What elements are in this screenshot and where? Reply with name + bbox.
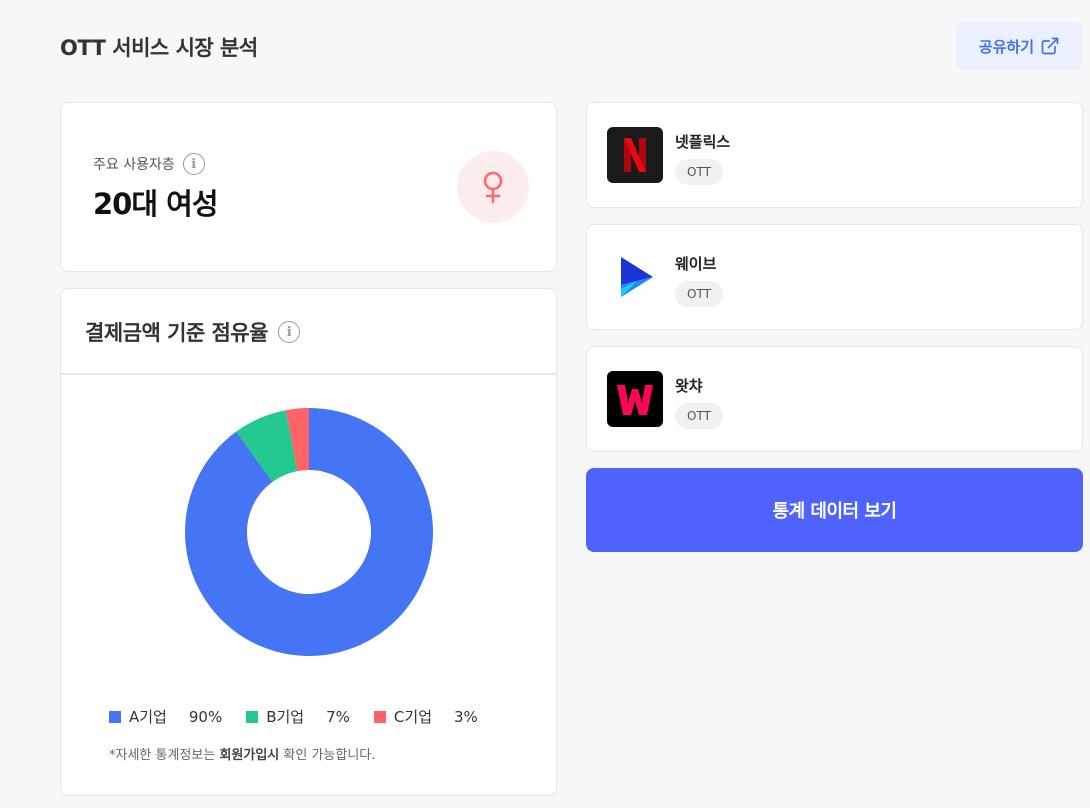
market-share-card: 결제금액 기준 점유율 i A기업 90% B기업 7% C기업 3% *자세한… <box>60 288 557 796</box>
share-button-label: 공유하기 <box>978 37 1035 56</box>
netflix-logo <box>607 127 663 183</box>
legend-swatch <box>109 710 121 723</box>
legend-item: C기업 3% <box>373 706 478 727</box>
legend-label: C기업 <box>393 708 432 726</box>
share-button[interactable]: 공유하기 <box>956 22 1083 70</box>
app-card-watcha[interactable]: 왓챠 OTT <box>586 346 1083 452</box>
legend-value: 90% <box>188 707 223 726</box>
app-tag: OTT <box>675 403 723 429</box>
legend-label: A기업 <box>129 708 167 726</box>
legend-swatch <box>246 710 259 723</box>
wavve-logo <box>607 249 663 305</box>
main-user-value: 20대 여성 <box>93 187 218 221</box>
signup-note: *자세한 통계정보는 회원가입시 확인 가능합니다. <box>109 748 376 763</box>
app-card-netflix[interactable]: 넷플릭스 OTT <box>586 102 1083 208</box>
main-user-card: 주요 사용자층 i 20대 여성 <box>60 102 557 272</box>
donut-chart <box>184 408 433 656</box>
page-title: OTT 서비스 시장 분석 <box>60 36 258 60</box>
view-stats-button[interactable]: 통계 데이터 보기 <box>586 468 1083 552</box>
legend-swatch <box>373 710 386 723</box>
app-tag: OTT <box>675 159 723 185</box>
app-tag: OTT <box>675 281 723 307</box>
signup-note-emphasis: 회원가입시 <box>219 748 280 763</box>
external-link-icon <box>1041 37 1059 55</box>
legend-item: A기업 90% <box>109 706 222 727</box>
legend-value: 3% <box>454 707 478 726</box>
legend-item: B기업 7% <box>246 706 350 727</box>
chart-legend: A기업 90% B기업 7% C기업 3% <box>109 706 478 727</box>
app-name: 왓챠 <box>675 377 703 395</box>
female-icon <box>457 151 529 223</box>
app-name: 웨이브 <box>675 255 717 273</box>
market-share-header: 결제금액 기준 점유율 i <box>61 289 556 375</box>
legend-value: 7% <box>326 707 350 726</box>
legend-label: B기업 <box>266 708 305 726</box>
watcha-logo <box>607 371 663 427</box>
main-user-label: 주요 사용자층 <box>93 157 175 173</box>
info-icon[interactable]: i <box>182 153 205 175</box>
app-card-wavve[interactable]: 웨이브 OTT <box>586 224 1083 330</box>
app-name: 넷플릭스 <box>675 133 731 151</box>
market-share-title: 결제금액 기준 점유율 <box>85 321 269 345</box>
info-icon[interactable]: i <box>278 321 301 343</box>
